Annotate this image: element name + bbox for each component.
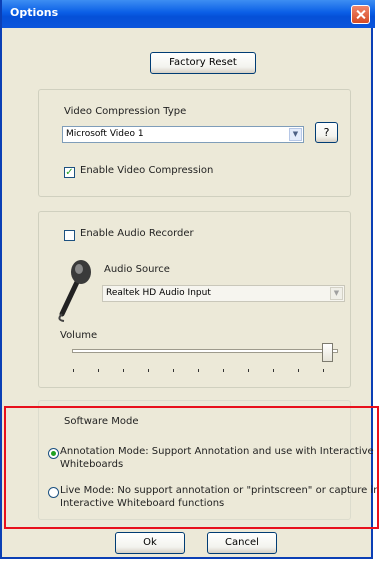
video-compression-label: Video Compression Type [64,106,187,117]
enable-video-compression-label: Enable Video Compression [80,165,214,176]
video-codec-value: Microsoft Video 1 [66,129,144,139]
enable-audio-recorder-checkbox[interactable] [64,230,75,241]
audio-source-value: Realtek HD Audio Input [106,288,211,298]
factory-reset-button[interactable]: Factory Reset [150,52,256,74]
microphone-icon [52,258,96,322]
audio-source-label: Audio Source [104,264,170,275]
enable-audio-recorder-label: Enable Audio Recorder [80,228,194,239]
volume-slider-track[interactable] [72,349,338,353]
volume-slider-handle[interactable] [322,343,333,362]
close-button[interactable] [351,5,370,24]
highlight-box [4,406,379,529]
volume-label: Volume [60,330,98,341]
audio-source-select[interactable]: Realtek HD Audio Input ▼ [102,285,345,302]
title-bar[interactable]: Options [2,0,375,28]
ok-button[interactable]: Ok [115,532,185,554]
chevron-down-icon[interactable]: ▼ [330,287,343,300]
chevron-down-icon[interactable]: ▼ [289,128,302,141]
video-help-button[interactable]: ? [315,122,338,143]
video-codec-select[interactable]: Microsoft Video 1 ▼ [62,126,304,143]
window-title: Options [10,6,59,19]
cancel-button[interactable]: Cancel [207,532,277,554]
enable-video-compression-checkbox[interactable]: ✓ [64,167,75,178]
